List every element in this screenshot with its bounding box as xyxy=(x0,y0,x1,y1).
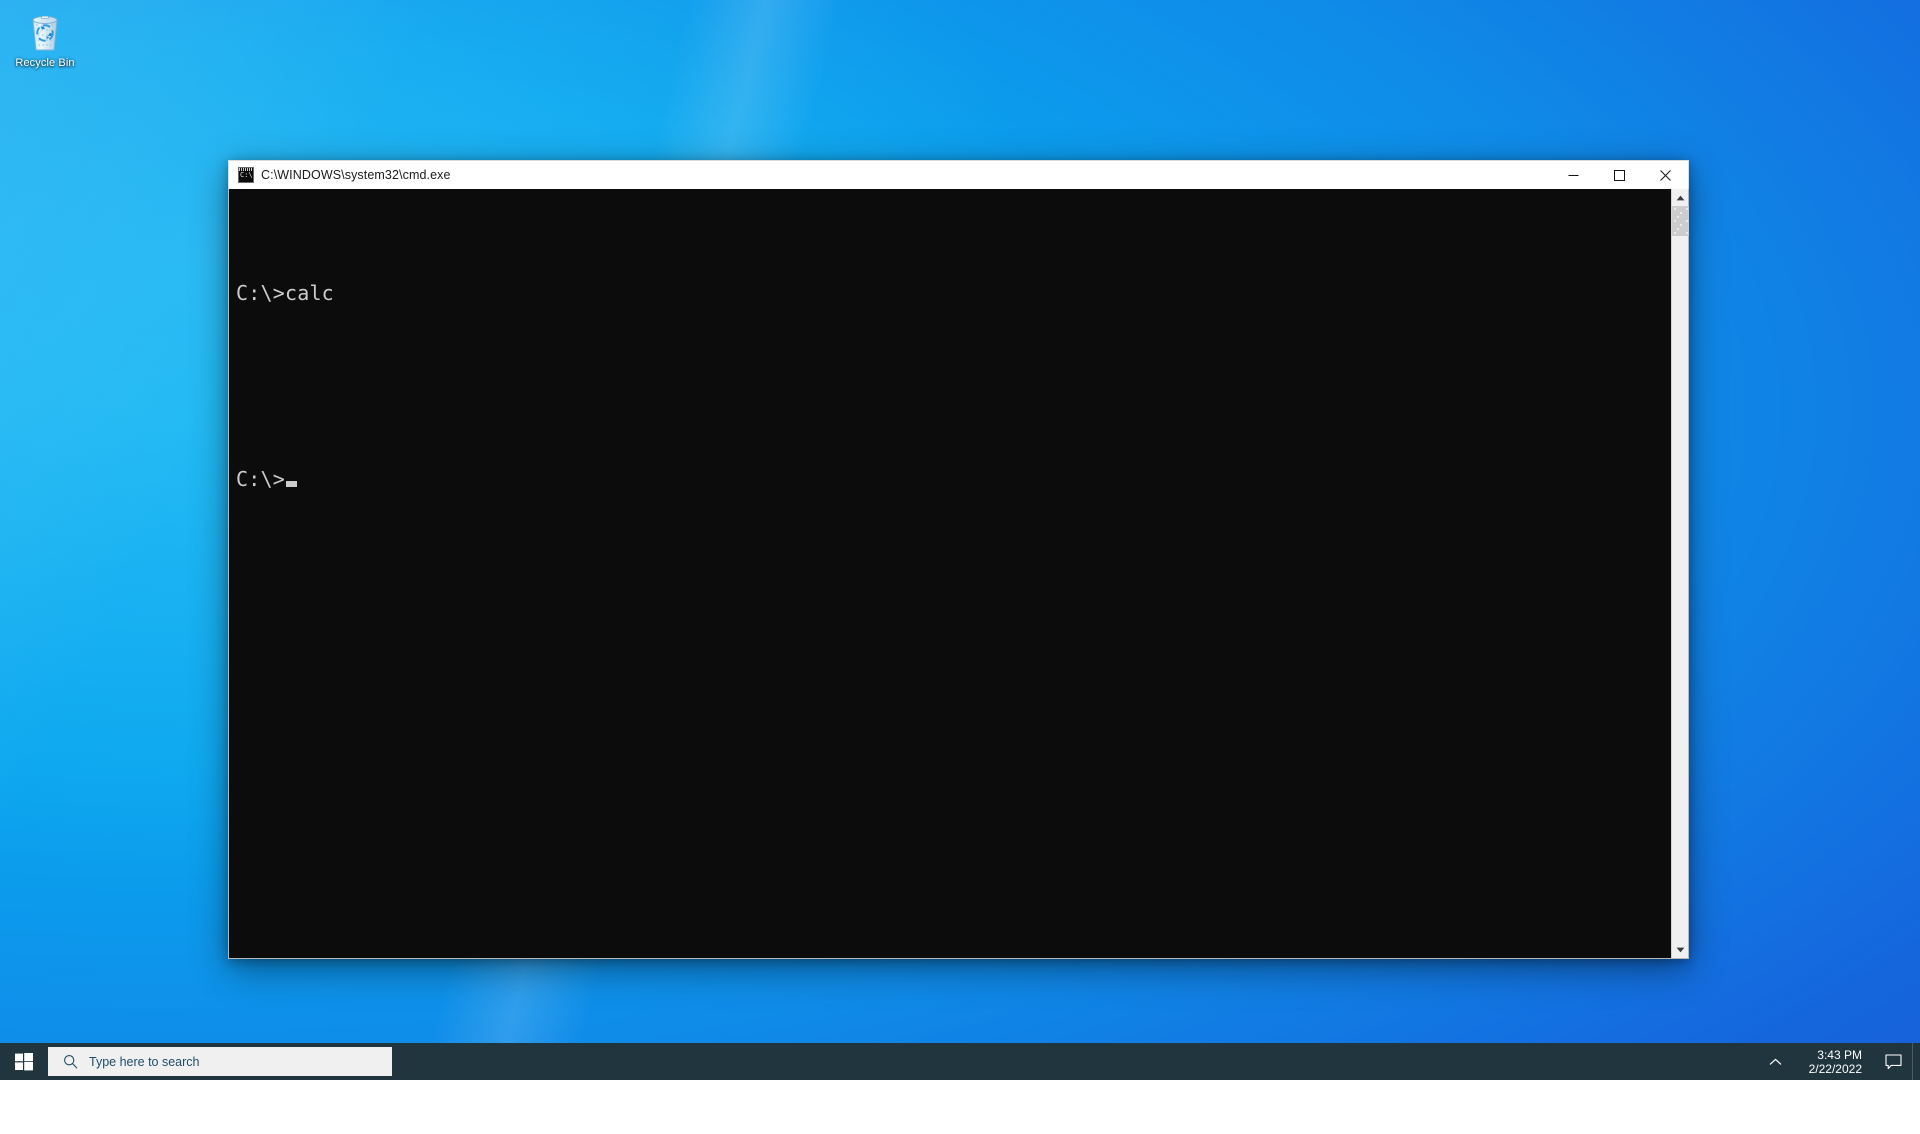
scroll-up-arrow-icon[interactable] xyxy=(1672,189,1689,206)
search-input-placeholder[interactable]: Type here to search xyxy=(89,1055,199,1069)
scrollbar-thumb[interactable] xyxy=(1672,206,1689,236)
taskbar: Type here to search 3:43 PM 2/22/2022 xyxy=(0,1043,1920,1080)
cmd-icon-text: C:\ xyxy=(240,171,253,179)
console-prompt-line: C:\> xyxy=(236,464,1671,495)
search-icon xyxy=(63,1054,78,1069)
maximize-button[interactable] xyxy=(1596,161,1642,190)
cmd-console-icon: C:\ xyxy=(238,167,254,183)
vertical-scrollbar[interactable] xyxy=(1671,189,1688,958)
console-line: C:\>calc xyxy=(236,278,1671,309)
console-line xyxy=(236,371,1671,402)
cmd-window-body: C:\>calc C:\> xyxy=(228,189,1689,959)
desktop-icon-label: Recycle Bin xyxy=(15,57,74,70)
minimize-button[interactable] xyxy=(1550,161,1596,190)
start-button[interactable] xyxy=(0,1043,48,1080)
show-desktop-button[interactable] xyxy=(1912,1043,1920,1080)
desktop-icon-recycle-bin[interactable]: Recycle Bin xyxy=(6,6,84,82)
clock[interactable]: 3:43 PM 2/22/2022 xyxy=(1797,1043,1874,1080)
clock-time: 3:43 PM xyxy=(1817,1048,1862,1062)
text-cursor xyxy=(286,481,297,487)
cmd-titlebar[interactable]: C:\ C:\WINDOWS\system32\cmd.exe xyxy=(228,160,1689,189)
close-button[interactable] xyxy=(1642,161,1688,190)
action-center-button[interactable] xyxy=(1874,1043,1912,1080)
recycle-bin-icon xyxy=(25,9,65,53)
desktop[interactable]: Recycle Bin C:\ C:\WINDOWS\system32\cmd.… xyxy=(0,0,1920,1080)
search-box[interactable]: Type here to search xyxy=(48,1047,392,1076)
cmd-window-title: C:\WINDOWS\system32\cmd.exe xyxy=(261,168,451,182)
cmd-window[interactable]: C:\ C:\WINDOWS\system32\cmd.exe C:\>calc… xyxy=(228,160,1689,959)
window-controls xyxy=(1550,161,1688,190)
clock-date: 2/22/2022 xyxy=(1809,1062,1862,1076)
console-prompt: C:\> xyxy=(236,467,285,491)
show-hidden-icons-button[interactable] xyxy=(1755,1043,1797,1080)
system-tray: 3:43 PM 2/22/2022 xyxy=(1755,1043,1920,1080)
scrollbar-track[interactable] xyxy=(1672,206,1689,941)
cmd-console-output[interactable]: C:\>calc C:\> xyxy=(229,189,1671,958)
scroll-down-arrow-icon[interactable] xyxy=(1672,941,1689,958)
